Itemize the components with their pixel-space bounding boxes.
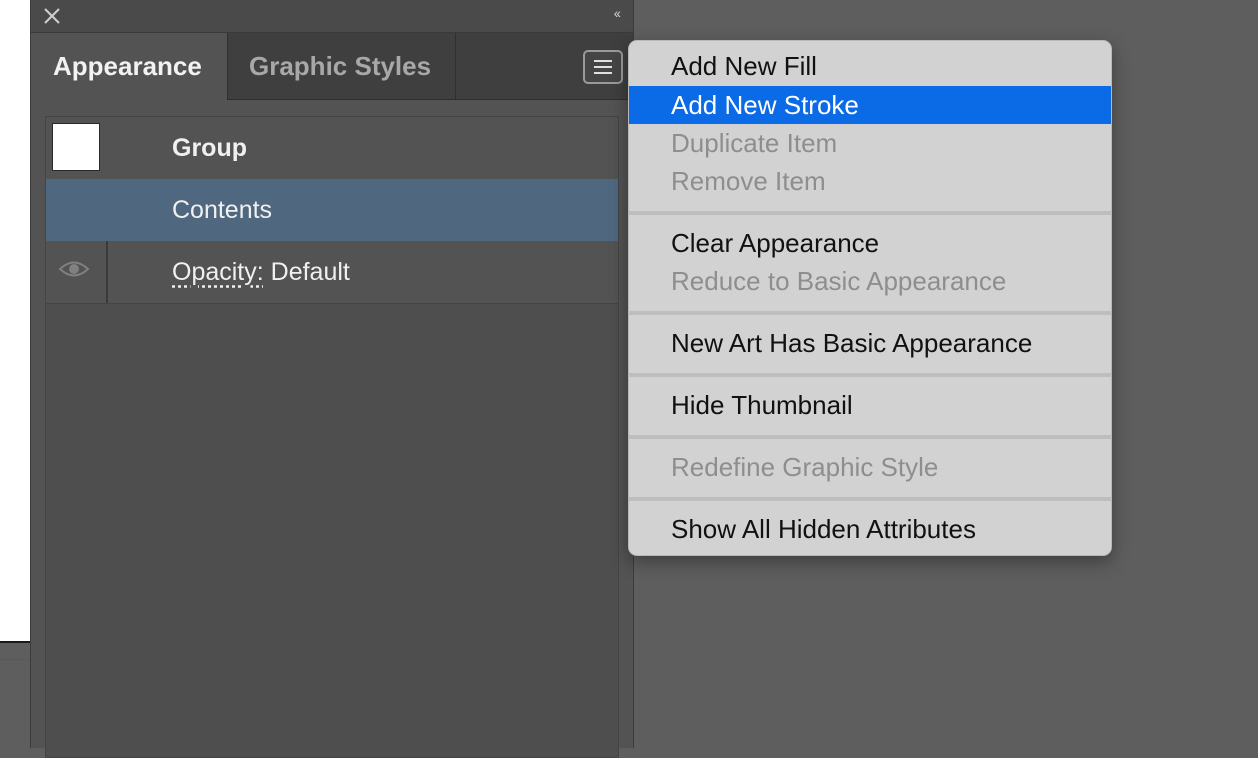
- guide-line: [0, 659, 30, 660]
- collapse-icon[interactable]: ‹‹: [614, 5, 621, 21]
- menu-item-remove-item: Remove Item: [671, 166, 826, 196]
- group-label: Group: [172, 134, 247, 162]
- group-thumbnail: [52, 123, 100, 171]
- row-contents[interactable]: Contents: [46, 179, 618, 242]
- opacity-label: Opacity: Default: [172, 241, 350, 303]
- panel-dropdown-menu: Add New Fill Add New Stroke Duplicate It…: [628, 40, 1112, 556]
- tab-appearance[interactable]: Appearance: [31, 33, 228, 100]
- appearance-panel: ‹‹ Appearance Graphic Styles Group Conte…: [30, 0, 634, 758]
- eye-icon[interactable]: [58, 258, 90, 280]
- menu-separator: [629, 497, 1111, 501]
- menu-separator: [629, 435, 1111, 439]
- visibility-divider: [106, 241, 108, 303]
- panel-tabbar: Appearance Graphic Styles: [31, 33, 633, 100]
- panel-titlebar: ‹‹: [31, 0, 633, 33]
- row-group[interactable]: Group: [46, 117, 618, 180]
- appearance-list: Group Contents Opacity: Default: [45, 116, 619, 758]
- menu-line: [594, 72, 612, 74]
- menu-item-add-new-stroke[interactable]: Add New Stroke: [629, 86, 1111, 124]
- panel-menu-icon[interactable]: [583, 50, 623, 84]
- row-opacity[interactable]: Opacity: Default: [46, 241, 618, 304]
- menu-item-redefine-graphic-style: Redefine Graphic Style: [671, 452, 939, 482]
- artboard-edge: [0, 0, 30, 642]
- artboard-border: [0, 641, 30, 643]
- close-icon[interactable]: [41, 5, 63, 27]
- menu-item-clear-appearance[interactable]: Clear Appearance: [629, 224, 1111, 262]
- opacity-value: Default: [263, 258, 350, 286]
- menu-item-hide-thumbnail[interactable]: Hide Thumbnail: [629, 386, 1111, 424]
- menu-line: [594, 66, 612, 68]
- menu-item-show-all-hidden-attributes[interactable]: Show All Hidden Attributes: [629, 510, 1111, 548]
- tab-graphic-styles[interactable]: Graphic Styles: [227, 33, 456, 99]
- opacity-link[interactable]: Opacity:: [172, 258, 264, 286]
- menu-separator: [629, 373, 1111, 377]
- contents-label: Contents: [172, 196, 273, 224]
- menu-item-reduce-to-basic-appearance: Reduce to Basic Appearance: [671, 266, 1007, 296]
- menu-line: [594, 60, 612, 62]
- menu-separator: [629, 311, 1111, 315]
- menu-item-duplicate-item: Duplicate Item: [671, 128, 838, 158]
- menu-separator: [629, 211, 1111, 215]
- menu-item-add-new-fill[interactable]: Add New Fill: [629, 47, 1111, 85]
- menu-item-new-art-has-basic-appearance[interactable]: New Art Has Basic Appearance: [629, 324, 1111, 362]
